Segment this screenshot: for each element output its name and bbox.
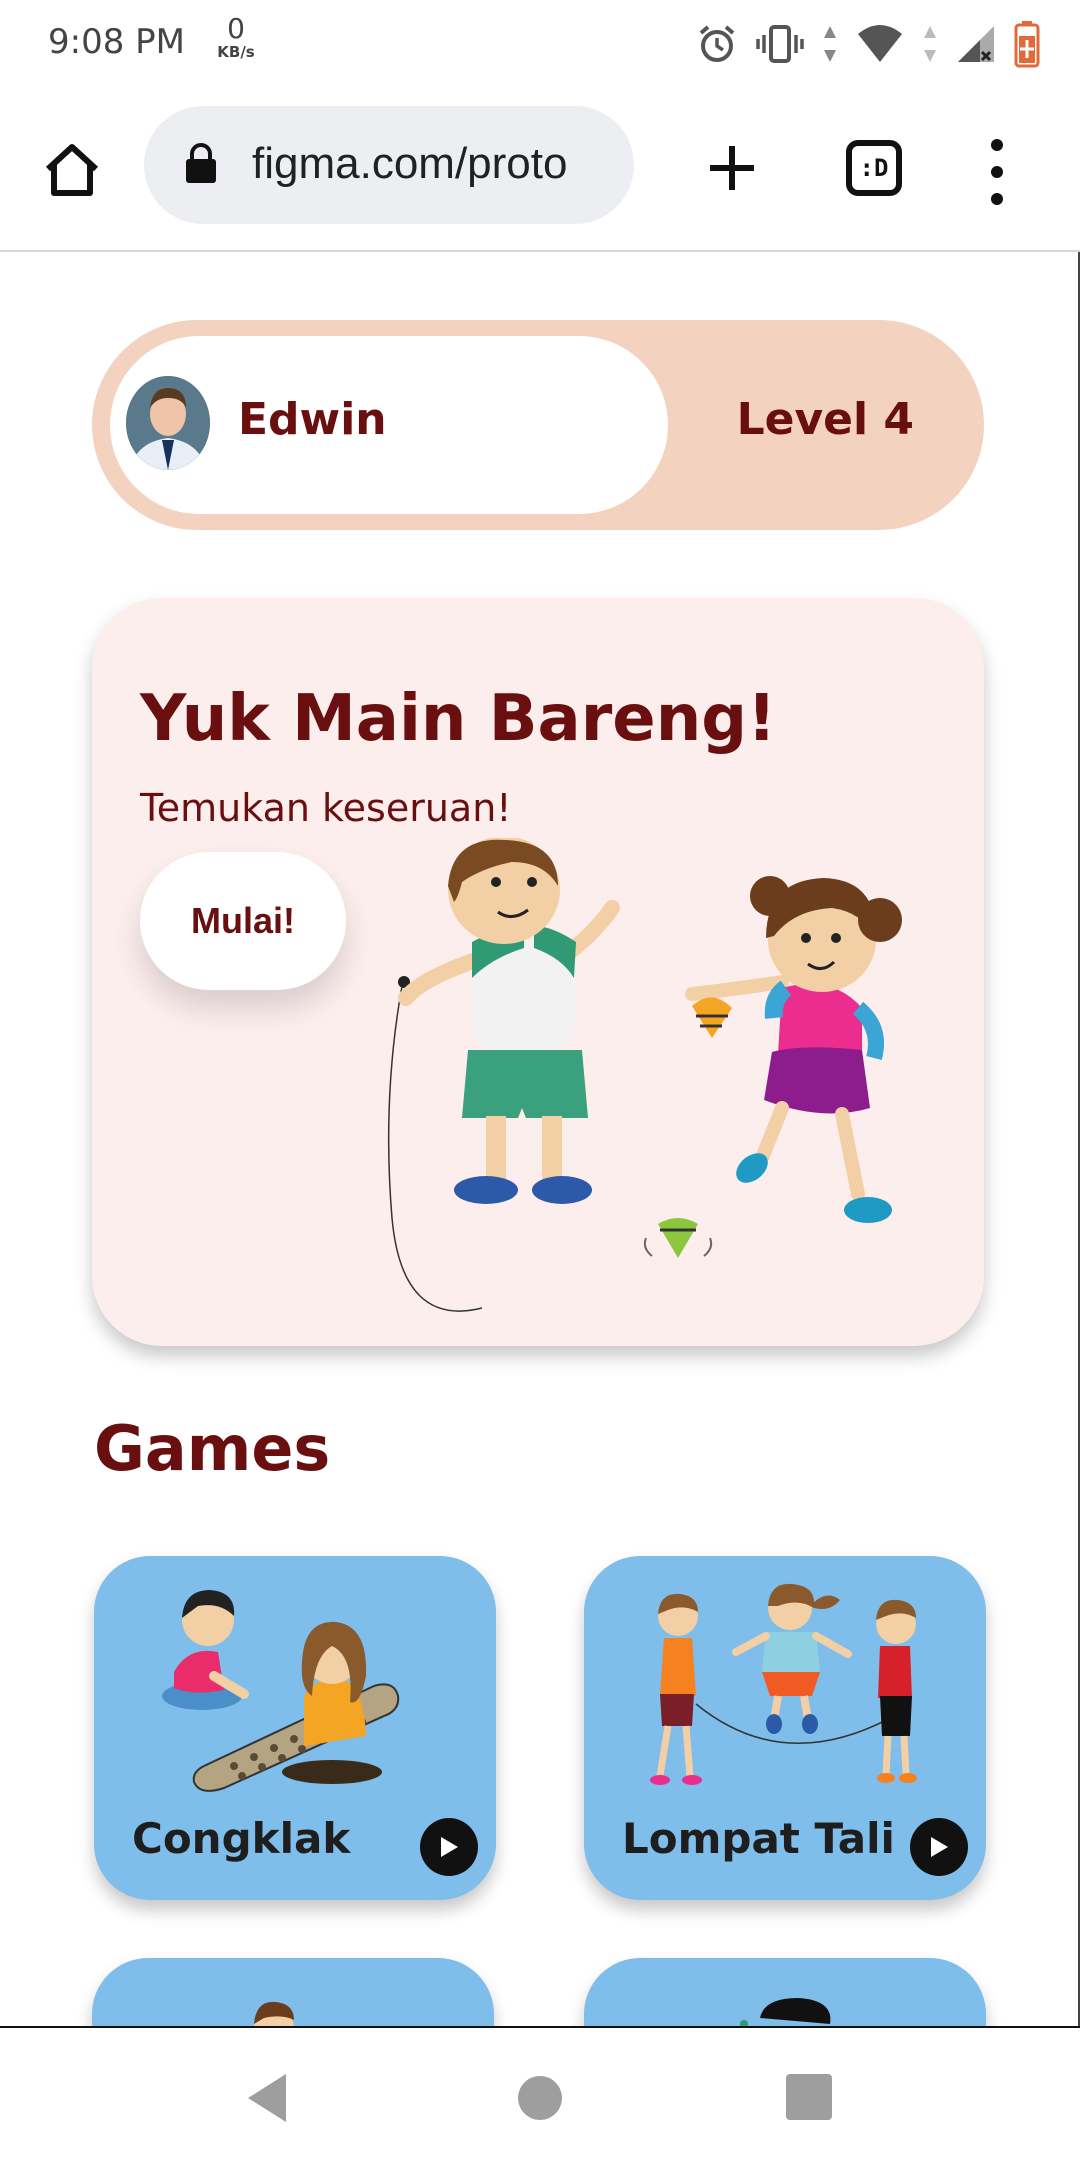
status-bar: 9:08 PM 0 KB/s [0,0,1080,88]
new-tab-button[interactable] [696,132,768,204]
battery-charging-icon [1014,21,1040,68]
game-4-illustration [740,1998,831,2026]
play-icon [931,1837,948,1857]
tab-switcher-icon: :D [859,154,889,182]
play-button[interactable] [910,1818,968,1876]
jump-rope-illustration [650,1583,917,1785]
game-name: Congklak [132,1814,351,1863]
start-button[interactable]: Mulai! [140,852,346,990]
recents-square-icon[interactable] [786,2074,832,2120]
page-content: Edwin Level 4 Yuk Main Bareng! Temukan k… [0,252,1080,2026]
overflow-dot [991,165,1003,178]
tab-switcher-button[interactable]: :D [846,140,902,196]
game-name: Lompat Tali [622,1814,895,1863]
data-arrows-icon-2 [924,26,936,62]
back-icon[interactable] [244,2072,290,2124]
hero-subtitle: Temukan keseruan! [140,786,512,830]
hero-card: Yuk Main Bareng! Temukan keseruan! Mulai… [92,598,984,1346]
game-card-4[interactable] [584,1958,986,2026]
hero-title: Yuk Main Bareng! [140,682,777,756]
game-card-lompat-tali[interactable]: Lompat Tali [584,1556,986,1900]
cellular-signal-icon [958,26,994,62]
wifi-icon [858,25,902,62]
game-3-illustration [254,2001,294,2026]
browser-toolbar: figma.com/proto :D [0,88,1080,252]
status-icons [696,16,1040,72]
url-bar[interactable]: figma.com/proto [144,106,634,224]
home-icon [45,144,99,196]
url-text: figma.com/proto [252,139,568,188]
overflow-dot [991,192,1003,205]
network-speed-unit: KB/s [217,43,255,61]
lock-icon [186,143,216,183]
status-time: 9:08 PM [48,22,185,62]
vibrate-icon [756,25,804,63]
overflow-menu-icon [991,139,1003,152]
congklak-illustration [162,1590,400,1792]
system-nav-bar [0,2026,1080,2160]
data-arrows-icon [824,26,836,62]
home-button[interactable] [36,134,108,206]
kids-playing-illustration [387,838,902,1312]
alarm-icon [699,25,735,62]
profile-name: Edwin [238,394,387,445]
play-icon [441,1837,458,1857]
profile-level: Level 4 [736,394,914,445]
game-card-3[interactable] [92,1958,494,2026]
avatar[interactable] [126,376,210,470]
profile-inner: Edwin [110,336,668,514]
network-speed-value: 0 [227,12,245,45]
new-tab-plus-icon [710,146,754,190]
profile-pill[interactable]: Edwin Level 4 [92,320,984,530]
play-button[interactable] [420,1818,478,1876]
game-card-congklak[interactable]: Congklak [94,1556,496,1900]
overflow-menu-button[interactable] [972,132,1022,212]
avatar-photo [126,376,210,470]
games-section-title: Games [94,1412,331,1485]
network-speed: 0 KB/s [210,12,262,61]
home-circle-icon[interactable] [518,2076,562,2120]
